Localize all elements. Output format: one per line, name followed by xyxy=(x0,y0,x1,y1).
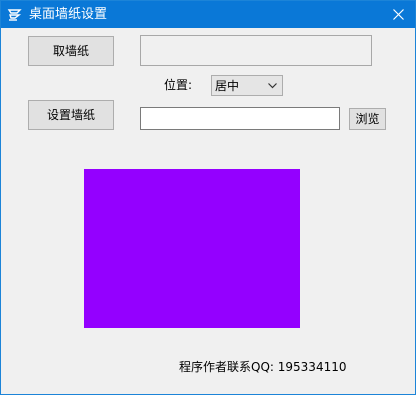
app-icon xyxy=(7,7,23,23)
author-qq-number: 195334110 xyxy=(277,360,347,374)
browse-button[interactable]: 浏览 xyxy=(349,108,386,130)
wallpaper-settings-window: 桌面墙纸设置 取墙纸 位置: 居中 设置墙纸 浏览 程序作者联系QQ: 1953… xyxy=(0,0,416,395)
window-title: 桌面墙纸设置 xyxy=(29,7,108,22)
position-selected-value: 居中 xyxy=(215,79,240,93)
image-path-input[interactable] xyxy=(140,107,340,130)
cancel-wallpaper-button[interactable]: 取墙纸 xyxy=(28,36,114,66)
set-wallpaper-button[interactable]: 设置墙纸 xyxy=(28,100,114,130)
chevron-down-icon xyxy=(268,83,277,89)
current-wallpaper-field xyxy=(140,35,372,66)
close-icon xyxy=(393,9,404,20)
close-button[interactable] xyxy=(382,1,415,28)
author-contact-label: 程序作者联系QQ: xyxy=(179,360,274,374)
wallpaper-preview xyxy=(84,169,300,328)
author-contact: 程序作者联系QQ: 195334110 xyxy=(179,359,346,375)
title-bar[interactable]: 桌面墙纸设置 xyxy=(1,1,415,28)
position-label: 位置: xyxy=(164,78,193,92)
position-select[interactable]: 居中 xyxy=(211,75,283,96)
